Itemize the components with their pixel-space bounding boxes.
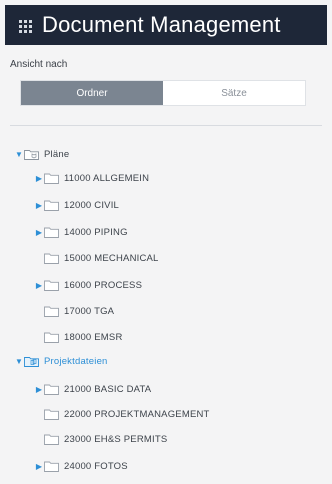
tree-group-project-files[interactable]: ▼ Projektdateien xyxy=(14,353,108,369)
tree-item[interactable]: ▶ 16000 PROCESS xyxy=(34,277,142,293)
tree-item[interactable]: 15000 MECHANICAL xyxy=(34,250,159,266)
divider xyxy=(10,125,322,126)
folder-icon xyxy=(44,227,59,238)
folder-icon xyxy=(44,461,59,472)
view-toggle: Ordner Sätze xyxy=(20,80,306,106)
tree-group-plans[interactable]: ▼ Pläne xyxy=(14,146,69,162)
folder-icon xyxy=(44,306,59,317)
folder-icon xyxy=(44,434,59,445)
folder-icon xyxy=(44,332,59,343)
tree-item[interactable]: ▶ 12000 CIVIL xyxy=(34,197,119,213)
tree-item-label: 24000 FOTOS xyxy=(64,460,128,472)
chevron-right-icon[interactable]: ▶ xyxy=(34,174,44,183)
grid-icon[interactable] xyxy=(19,19,32,33)
tree-item-label: 15000 MECHANICAL xyxy=(64,252,159,264)
folder-icon xyxy=(44,173,59,184)
tree-group-label: Projektdateien xyxy=(44,355,108,367)
tree-item-label: 23000 EH&S PERMITS xyxy=(64,433,168,445)
chevron-right-icon[interactable]: ▶ xyxy=(34,385,44,394)
app-title: Document Management xyxy=(42,12,281,37)
tree-item-label: 22000 PROJEKTMANAGEMENT xyxy=(64,408,210,420)
tree-item-label: 14000 PIPING xyxy=(64,226,128,238)
chevron-down-icon[interactable]: ▼ xyxy=(14,150,24,159)
folder-icon xyxy=(44,384,59,395)
chevron-right-icon[interactable]: ▶ xyxy=(34,462,44,471)
folder-icon xyxy=(44,409,59,420)
tree-item-label: 21000 BASIC DATA xyxy=(64,383,152,395)
folder-icon xyxy=(44,253,59,264)
chevron-right-icon[interactable]: ▶ xyxy=(34,228,44,237)
project-files-folder-icon xyxy=(24,356,39,367)
tree-item[interactable]: ▶ 24000 FOTOS xyxy=(34,458,128,474)
tree-item[interactable]: 22000 PROJEKTMANAGEMENT xyxy=(34,406,210,422)
tree-item[interactable]: ▶ 21000 BASIC DATA xyxy=(34,381,151,397)
folder-icon xyxy=(44,280,59,291)
tree-item[interactable]: ▶ 14000 PIPING xyxy=(34,224,128,240)
tree-item-label: 18000 EMSR xyxy=(64,331,123,343)
chevron-down-icon[interactable]: ▼ xyxy=(14,357,24,366)
chevron-right-icon[interactable]: ▶ xyxy=(34,201,44,210)
chevron-right-icon[interactable]: ▶ xyxy=(34,281,44,290)
tree-item[interactable]: 17000 TGA xyxy=(34,303,114,319)
tree-item-label: 11000 ALLGEMEIN xyxy=(64,172,150,184)
app-header: Document Management xyxy=(5,5,327,45)
view-by-label: Ansicht nach xyxy=(10,59,68,70)
plans-folder-icon xyxy=(24,149,39,160)
tree-item-label: 17000 TGA xyxy=(64,305,115,317)
folder-icon xyxy=(44,200,59,211)
tree-item[interactable]: ▶ 11000 ALLGEMEIN xyxy=(34,170,149,186)
tree-item-label: 12000 CIVIL xyxy=(64,199,120,211)
view-folders-button[interactable]: Ordner xyxy=(21,81,163,105)
tree-item[interactable]: 18000 EMSR xyxy=(34,329,123,345)
tree-item-label: 16000 PROCESS xyxy=(64,279,143,291)
tree-group-label: Pläne xyxy=(44,148,70,160)
view-sets-button[interactable]: Sätze xyxy=(163,81,305,105)
tree-item[interactable]: 23000 EH&S PERMITS xyxy=(34,431,167,447)
